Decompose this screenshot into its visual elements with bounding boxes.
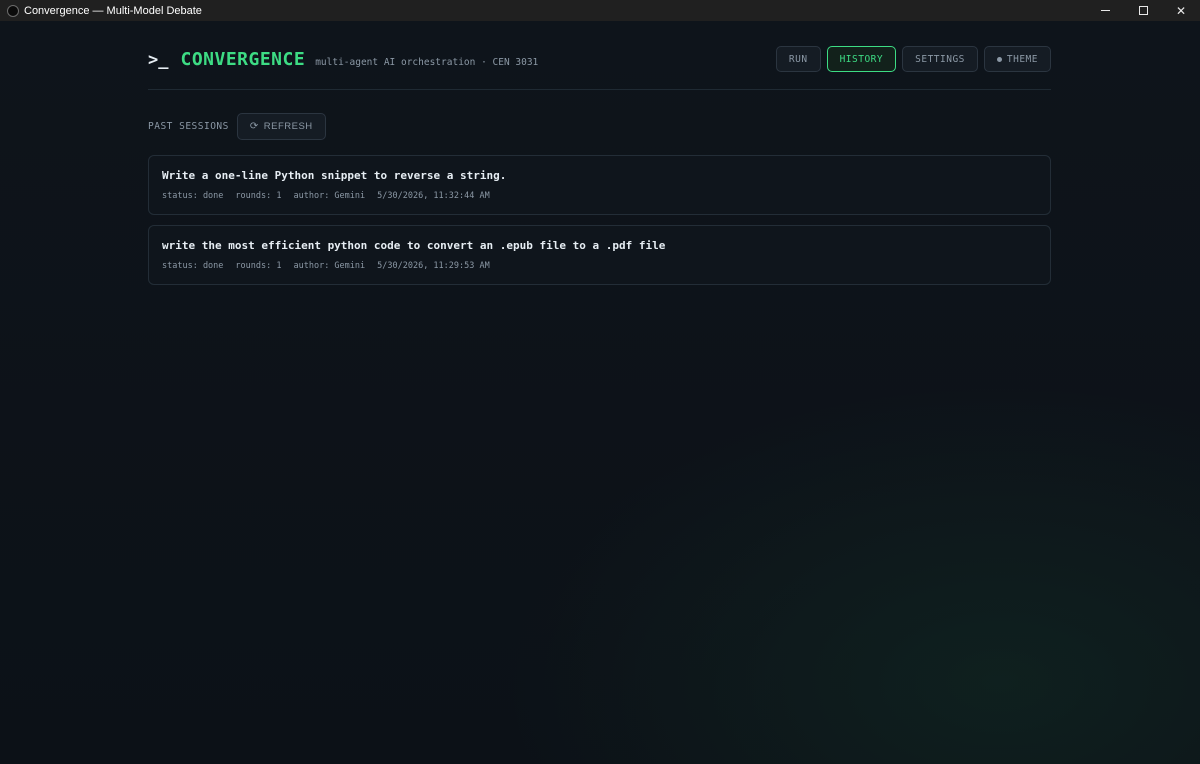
session-meta: status: done rounds: 1 author: Gemini 5/… xyxy=(162,191,1037,201)
session-rounds: rounds: 1 xyxy=(235,191,282,201)
circle-dot-icon xyxy=(996,56,1002,62)
session-rounds: rounds: 1 xyxy=(235,261,282,271)
nav-run-button[interactable]: RUN xyxy=(775,46,821,72)
refresh-label: REFRESH xyxy=(263,121,313,132)
session-timestamp: 5/30/2026, 11:32:44 AM xyxy=(377,191,490,201)
session-title: Write a one-line Python snippet to rever… xyxy=(162,169,507,182)
app-icon xyxy=(7,4,19,17)
main-container: >_ CONVERGENCE multi-agent AI orchestrat… xyxy=(148,21,1051,285)
session-timestamp: 5/30/2026, 11:29:53 AM xyxy=(377,261,490,271)
window-titlebar: Convergence — Multi-Model Debate ✕ xyxy=(0,0,1200,21)
window-title: Convergence — Multi-Model Debate xyxy=(24,4,202,17)
session-status: status: done xyxy=(162,191,224,201)
session-author: author: Gemini xyxy=(293,261,366,271)
app-viewport: >_ CONVERGENCE multi-agent AI orchestrat… xyxy=(0,21,1200,764)
session-author: author: Gemini xyxy=(293,191,366,201)
history-toolbar: PAST SESSIONS ⟳ REFRESH xyxy=(148,113,1051,140)
session-status: status: done xyxy=(162,261,224,271)
session-card[interactable]: Write a one-line Python snippet to rever… xyxy=(148,155,1051,215)
session-card[interactable]: write the most efficient python code to … xyxy=(148,225,1051,285)
session-title: write the most efficient python code to … xyxy=(162,239,666,252)
top-nav: RUN HISTORY SETTINGS THEME xyxy=(775,46,1051,72)
brand-subtitle: multi-agent AI orchestration · CEN 3031 xyxy=(315,56,539,68)
app-header: >_ CONVERGENCE multi-agent AI orchestrat… xyxy=(148,21,1051,90)
session-meta: status: done rounds: 1 author: Gemini 5/… xyxy=(162,261,1037,271)
nav-theme-label: THEME xyxy=(1006,53,1038,65)
section-label: PAST SESSIONS xyxy=(148,121,229,132)
maximize-icon[interactable] xyxy=(1124,0,1162,21)
refresh-button[interactable]: ⟳ REFRESH xyxy=(236,113,326,140)
nav-settings-button[interactable]: SETTINGS xyxy=(902,46,978,72)
terminal-prompt-icon: >_ xyxy=(148,49,169,70)
minimize-icon[interactable] xyxy=(1086,0,1124,21)
close-icon[interactable]: ✕ xyxy=(1162,0,1200,21)
refresh-icon: ⟳ xyxy=(249,121,259,132)
nav-history-button[interactable]: HISTORY xyxy=(826,46,897,72)
nav-theme-button[interactable]: THEME xyxy=(983,46,1051,72)
brand: >_ CONVERGENCE multi-agent AI orchestrat… xyxy=(148,49,538,70)
brand-name: CONVERGENCE xyxy=(180,48,306,70)
session-list: Write a one-line Python snippet to rever… xyxy=(148,155,1051,285)
